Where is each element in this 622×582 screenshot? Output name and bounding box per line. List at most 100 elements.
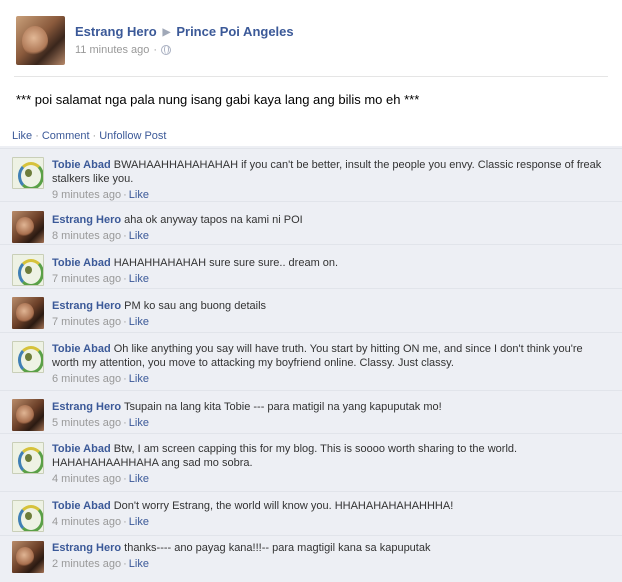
commenter-avatar[interactable] [12,297,44,329]
commenter-avatar[interactable] [12,254,44,286]
comment-like-link[interactable]: Like [129,516,149,528]
comment-body: Estrang Hero aha ok anyway tapos na kami… [52,213,612,243]
meta-separator: · [123,373,127,385]
comment-like-link[interactable]: Like [129,273,149,285]
meta-separator: · [123,230,127,242]
comment-timestamp[interactable]: 9 minutes ago [52,189,121,201]
comment-author[interactable]: Tobie Abad [52,343,111,355]
meta-separator: · [153,44,158,56]
comment-timestamp[interactable]: 6 minutes ago [52,373,121,385]
comment-like-link[interactable]: Like [129,473,149,485]
comment-text: PM ko sau ang buong details [124,300,267,312]
comment-meta: 5 minutes ago · Like [52,416,612,430]
comment: Tobie Abad Don't worry Estrang, the worl… [0,491,622,534]
comment-text: BWAHAAHHAHAHAHAH if you can't be better,… [52,159,602,185]
target-name[interactable]: Prince Poi Angeles [176,24,293,39]
comment-timestamp[interactable]: 4 minutes ago [52,516,121,528]
comment-meta: 7 minutes ago · Like [52,315,612,329]
comment-like-link[interactable]: Like [129,373,149,385]
commenter-avatar[interactable] [12,341,44,373]
comment-meta: 2 minutes ago · Like [52,557,612,571]
post-meta: 11 minutes ago · [75,43,172,56]
comment-timestamp[interactable]: 5 minutes ago [52,417,121,429]
comment-body: Tobie Abad HAHAHHAHAHAH sure sure sure..… [52,256,612,286]
meta-separator: · [123,417,127,429]
action-separator: · [92,130,97,142]
comment-meta: 6 minutes ago · Like [52,372,612,386]
comment-text: Tsupain na lang kita Tobie --- para mati… [123,401,442,413]
commenter-avatar[interactable] [12,399,44,431]
comment: Tobie Abad Oh like anything you say will… [0,332,622,389]
comment-meta: 4 minutes ago · Like [52,515,612,529]
meta-separator: · [123,516,127,528]
meta-separator: · [123,558,127,570]
comment-timestamp[interactable]: 7 minutes ago [52,273,121,285]
comment-text: Oh like anything you say will have truth… [52,343,583,369]
comment-text: HAHAHHAHAHAH sure sure sure.. dream on. [113,257,339,269]
comment-like-link[interactable]: Like [129,230,149,242]
comment-author[interactable]: Tobie Abad [52,159,111,171]
comment-meta: 4 minutes ago · Like [52,472,612,486]
arrow-right-icon: ▶ [162,27,171,38]
comment-like-link[interactable]: Like [129,316,149,328]
unfollow-post-link[interactable]: Unfollow Post [99,130,166,142]
comment: Estrang Hero PM ko sau ang buong details… [0,288,622,331]
comment: Estrang Hero thanks---- ano payag kana!!… [0,535,622,579]
comment: Tobie Abad HAHAHHAHAHAH sure sure sure..… [0,244,622,287]
comment-timestamp[interactable]: 8 minutes ago [52,230,121,242]
comment-text: thanks---- ano payag kana!!!-- para magt… [124,542,431,554]
comment-author[interactable]: Estrang Hero [52,214,121,226]
comment-list: Tobie Abad BWAHAAHHAHAHAHAH if you can't… [0,146,622,582]
meta-separator: · [123,473,127,485]
comment-body: Estrang Hero PM ko sau ang buong details… [52,299,612,329]
comment-text: Btw, I am screen capping this for my blo… [52,443,518,469]
action-separator: · [35,130,39,142]
comment-author[interactable]: Tobie Abad [52,500,111,512]
comment-like-link[interactable]: Like [129,417,149,429]
comment: Tobie Abad BWAHAAHHAHAHAHAH if you can't… [0,148,622,202]
comment-author[interactable]: Estrang Hero [52,300,121,312]
divider [14,76,608,77]
comment-timestamp[interactable]: 4 minutes ago [52,473,121,485]
comment-meta: 8 minutes ago · Like [52,229,612,243]
comment-body: Tobie Abad Oh like anything you say will… [52,342,612,386]
comment-text: Don't worry Estrang, the world will know… [113,500,454,512]
comment-body: Estrang Hero thanks---- ano payag kana!!… [52,541,612,571]
comment-author[interactable]: Tobie Abad [52,443,111,455]
meta-separator: · [123,316,127,328]
comment-body: Tobie Abad Don't worry Estrang, the worl… [52,499,612,529]
author-name[interactable]: Estrang Hero [75,24,157,39]
comment-body: Tobie Abad Btw, I am screen capping this… [52,442,612,486]
commenter-avatar[interactable] [12,211,44,243]
like-link[interactable]: Like [12,130,32,142]
comment-timestamp[interactable]: 7 minutes ago [52,316,121,328]
comment: Estrang Hero aha ok anyway tapos na kami… [0,201,622,243]
globe-icon[interactable] [161,45,172,55]
comment-body: Estrang Hero Tsupain na lang kita Tobie … [52,400,612,430]
commenter-avatar[interactable] [12,442,44,474]
commenter-avatar[interactable] [12,157,44,189]
post-timestamp[interactable]: 11 minutes ago [75,44,149,56]
meta-separator: · [123,189,127,201]
meta-separator: · [123,273,127,285]
post-names: Estrang Hero ▶ Prince Poi Angeles [75,24,294,39]
post-actions: Like · Comment · Unfollow Post [0,128,622,146]
post-text: *** poi salamat nga pala nung isang gabi… [16,92,420,107]
author-avatar[interactable] [16,16,65,65]
comment-timestamp[interactable]: 2 minutes ago [52,558,121,570]
commenter-avatar[interactable] [12,541,44,573]
comment-like-link[interactable]: Like [129,189,149,201]
post-header: Estrang Hero ▶ Prince Poi Angeles 11 minut… [0,0,622,128]
comment-like-link[interactable]: Like [129,558,149,570]
comment: Estrang Hero Tsupain na lang kita Tobie … [0,390,622,432]
comment-author[interactable]: Tobie Abad [52,257,111,269]
comment-text: aha ok anyway tapos na kami ni POI [124,214,303,226]
comment-meta: 9 minutes ago · Like [52,188,612,202]
comment-author[interactable]: Estrang Hero [52,401,121,413]
comment-meta: 7 minutes ago · Like [52,272,612,286]
comment: Tobie Abad Btw, I am screen capping this… [0,433,622,490]
comment-link[interactable]: Comment [42,130,90,142]
comment-body: Tobie Abad BWAHAAHHAHAHAHAH if you can't… [52,158,612,202]
commenter-avatar[interactable] [12,500,44,532]
comment-author[interactable]: Estrang Hero [52,542,121,554]
